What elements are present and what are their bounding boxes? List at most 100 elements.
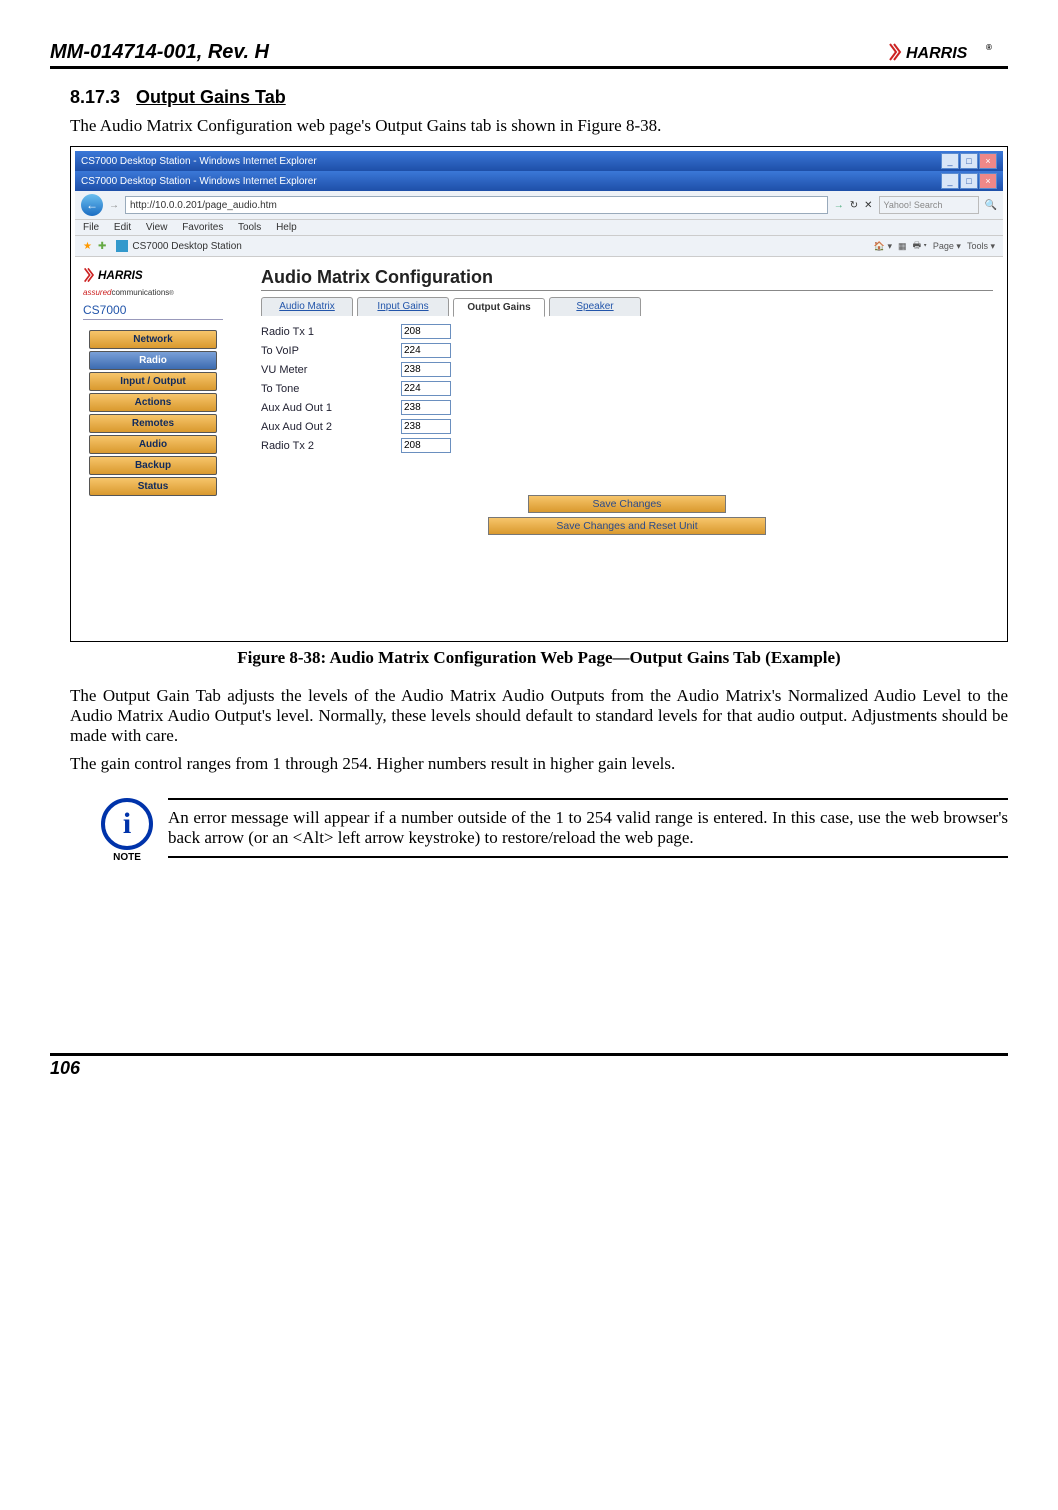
minimize-icon[interactable]: _ [941,173,959,189]
sidebar-item-input-output[interactable]: Input / Output [89,372,217,391]
menu-tools[interactable]: Tools [238,222,261,233]
add-favorite-icon[interactable]: ✚ [98,241,106,252]
tab-audio-matrix[interactable]: Audio Matrix [261,297,353,316]
gain-label: Radio Tx 1 [261,326,401,338]
section-title: Output Gains Tab [136,87,286,107]
outer-titlebar: CS7000 Desktop Station - Windows Interne… [75,151,1003,171]
sidebar-item-status[interactable]: Status [89,477,217,496]
gain-input-radio-tx-1[interactable] [401,324,451,339]
gain-input-radio-tx-2[interactable] [401,438,451,453]
minimize-icon[interactable]: _ [941,153,959,169]
page-footer: 106 [50,1053,1008,1079]
sidebar-item-audio[interactable]: Audio [89,435,217,454]
sidebar-logo-icon: HARRIS [83,265,183,285]
gain-row: Radio Tx 1 [261,324,993,339]
gain-input-aux-aud-out-2[interactable] [401,419,451,434]
sidebar-item-actions[interactable]: Actions [89,393,217,412]
sidebar-item-network[interactable]: Network [89,330,217,349]
save-area: Save Changes Save Changes and Reset Unit [261,493,993,537]
print-icon[interactable]: 🖶 ▾ [913,238,927,254]
browser-tab-label[interactable]: CS7000 Desktop Station [132,241,242,252]
gain-label: Aux Aud Out 1 [261,402,401,414]
gain-label: Aux Aud Out 2 [261,421,401,433]
panel-title: Audio Matrix Configuration [261,267,993,288]
gain-label: VU Meter [261,364,401,376]
gain-row: Aux Aud Out 1 [261,400,993,415]
gain-input-to-tone[interactable] [401,381,451,396]
page-header: MM-014714-001, Rev. H HARRIS ® [50,40,1008,69]
tab-input-gains[interactable]: Input Gains [357,297,449,316]
harris-logo-icon: HARRIS ® [888,40,1008,64]
back-button-icon[interactable]: ← [81,194,103,216]
sidebar-item-remotes[interactable]: Remotes [89,414,217,433]
panel-divider [261,290,993,291]
refresh-icon[interactable]: ↻ [850,200,858,211]
body-paragraph-2: The gain control ranges from 1 through 2… [70,754,1008,774]
document-id: MM-014714-001, Rev. H [50,41,269,64]
gain-input-to-voip[interactable] [401,343,451,358]
tab-strip: ★ ✚ CS7000 Desktop Station 🏠 ▾ ▦ 🖶 ▾ Pag… [75,236,1003,257]
home-icon[interactable]: 🏠 ▾ [874,241,892,252]
sidebar-brand: HARRIS assuredcommunications® [83,265,223,297]
gain-row: To VoIP [261,343,993,358]
gain-input-aux-aud-out-1[interactable] [401,400,451,415]
menu-file[interactable]: File [83,222,99,233]
menu-favorites[interactable]: Favorites [182,222,223,233]
section-heading: 8.17.3 Output Gains Tab [70,87,1008,108]
svg-text:®: ® [986,43,992,52]
favorites-star-icon[interactable]: ★ [83,241,92,252]
search-icon[interactable]: 🔍 [985,200,997,211]
gain-label: Radio Tx 2 [261,440,401,452]
browser-window: CS7000 Desktop Station - Windows Interne… [75,151,1003,637]
go-icon[interactable]: → [834,200,844,211]
note-text: An error message will appear if a number… [168,798,1008,858]
note-icon: i NOTE [100,798,154,863]
gain-row: Radio Tx 2 [261,438,993,453]
menu-help[interactable]: Help [276,222,297,233]
body-paragraph-1: The Output Gain Tab adjusts the levels o… [70,686,1008,746]
sidebar-item-radio[interactable]: Radio [89,351,217,370]
section-number: 8.17.3 [70,87,120,107]
close-icon[interactable]: × [979,153,997,169]
sidebar: HARRIS assuredcommunications® CS7000 Net… [75,257,231,637]
gain-label: To Tone [261,383,401,395]
gain-row: VU Meter [261,362,993,377]
save-reset-button[interactable]: Save Changes and Reset Unit [488,517,766,535]
gain-row: To Tone [261,381,993,396]
note-block: i NOTE An error message will appear if a… [100,798,1008,863]
inner-titlebar: CS7000 Desktop Station - Windows Interne… [75,171,1003,191]
menu-view[interactable]: View [146,222,168,233]
figure-caption: Figure 8-38: Audio Matrix Configuration … [70,648,1008,668]
forward-button-icon[interactable]: → [109,200,119,211]
gain-row: Aux Aud Out 2 [261,419,993,434]
tools-menu[interactable]: Tools ▾ [967,241,995,252]
page-menu[interactable]: Page ▾ [933,241,961,252]
svg-text:HARRIS: HARRIS [906,45,968,62]
feed-icon[interactable]: ▦ [898,241,907,252]
intro-paragraph: The Audio Matrix Configuration web page'… [70,116,1008,136]
page-content: HARRIS assuredcommunications® CS7000 Net… [75,257,1003,637]
page-number: 106 [50,1058,1008,1079]
info-icon: i [101,798,153,850]
search-box[interactable]: Yahoo! Search [879,196,979,214]
maximize-icon[interactable]: □ [960,153,978,169]
tab-output-gains[interactable]: Output Gains [453,298,545,317]
menu-bar: File Edit View Favorites Tools Help [75,220,1003,236]
inner-window-title: CS7000 Desktop Station - Windows Interne… [81,176,317,187]
close-icon[interactable]: × [979,173,997,189]
gain-input-vu-meter[interactable] [401,362,451,377]
svg-text:HARRIS: HARRIS [98,269,143,282]
note-label: NOTE [100,852,154,863]
save-changes-button[interactable]: Save Changes [528,495,726,513]
address-bar[interactable]: http://10.0.0.201/page_audio.htm [125,196,828,214]
tab-speaker[interactable]: Speaker [549,297,641,316]
config-tabs: Audio Matrix Input Gains Output Gains Sp… [261,297,993,316]
gain-label: To VoIP [261,345,401,357]
menu-edit[interactable]: Edit [114,222,131,233]
sidebar-item-backup[interactable]: Backup [89,456,217,475]
brand-subtitle: assuredcommunications® [83,288,223,297]
main-panel: Audio Matrix Configuration Audio Matrix … [231,257,1003,637]
maximize-icon[interactable]: □ [960,173,978,189]
nav-toolbar: ← → http://10.0.0.201/page_audio.htm → ↻… [75,191,1003,220]
stop-icon[interactable]: ✕ [864,200,872,211]
